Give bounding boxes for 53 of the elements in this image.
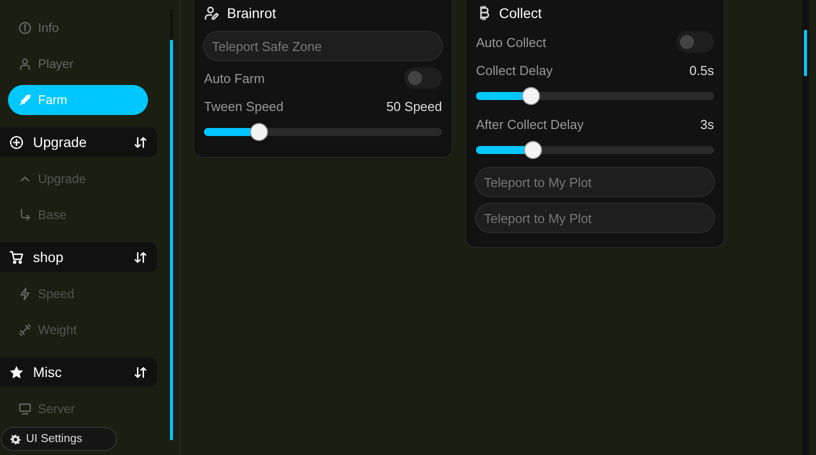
slider-thumb[interactable] <box>250 123 268 141</box>
sidebar-tab[interactable]: Farm <box>8 85 148 115</box>
card-title: Collect <box>499 5 542 21</box>
toggle-label: Auto Collect <box>476 34 546 50</box>
sidebar-item[interactable]: Weight <box>8 315 148 345</box>
toggle-switch[interactable] <box>676 31 714 53</box>
user-icon <box>18 57 32 71</box>
monitor-icon <box>18 402 32 416</box>
dumbbell-icon <box>18 323 32 337</box>
sort-arrows-icon <box>133 134 148 150</box>
star-icon <box>9 364 24 380</box>
slider[interactable] <box>204 123 442 141</box>
section-header[interactable]: shop <box>0 242 157 272</box>
slider[interactable] <box>476 87 714 105</box>
turn-arrow-icon <box>18 208 32 222</box>
sidebar-item[interactable]: Speed <box>8 279 148 309</box>
section-header[interactable]: Upgrade <box>0 127 157 157</box>
ui-settings-button[interactable]: UI Settings <box>1 427 117 451</box>
sidebar-item[interactable]: Server <box>8 394 148 424</box>
sword-icon <box>18 93 32 107</box>
section-title: Upgrade <box>33 134 88 150</box>
action-button[interactable]: Teleport Safe Zone <box>203 31 443 61</box>
scrollbar[interactable] <box>802 0 809 455</box>
slider-thumb[interactable] <box>524 141 542 159</box>
sidebar-tab[interactable]: Player <box>8 49 148 79</box>
slider[interactable] <box>476 141 714 159</box>
sidebar-tab[interactable]: Info <box>8 13 148 43</box>
sidebar-item[interactable]: Upgrade <box>8 164 148 194</box>
action-button[interactable]: Teleport to My Plot <box>475 203 715 233</box>
section-header[interactable]: Misc <box>0 357 157 387</box>
section-title: Misc <box>33 364 63 380</box>
section-title: shop <box>33 249 64 265</box>
lightning-icon <box>18 287 32 301</box>
toggle-label: Auto Farm <box>204 70 265 86</box>
slider-label: Collect Delay <box>476 62 553 78</box>
slider-value: 50 Speed <box>386 98 442 114</box>
slider-label: After Collect Delay <box>476 116 584 132</box>
slider-label: Tween Speed <box>204 98 284 114</box>
slider-value: 0.5s <box>689 62 714 78</box>
cart-icon <box>9 250 24 264</box>
action-button[interactable]: Teleport to My Plot <box>475 167 715 197</box>
settings-icon <box>10 434 21 444</box>
sort-arrows-icon <box>133 250 148 264</box>
scrollbar[interactable] <box>170 10 173 440</box>
sidebar-item[interactable]: Base <box>8 200 148 230</box>
plus-circle-icon <box>9 134 24 150</box>
info-icon <box>18 21 32 35</box>
slider-thumb[interactable] <box>522 87 540 105</box>
toggle-switch[interactable] <box>404 67 442 89</box>
card-title: Brainrot <box>227 5 276 21</box>
slider-value: 3s <box>700 116 714 132</box>
sort-arrows-icon <box>133 364 148 380</box>
user-edit-icon <box>204 5 220 21</box>
